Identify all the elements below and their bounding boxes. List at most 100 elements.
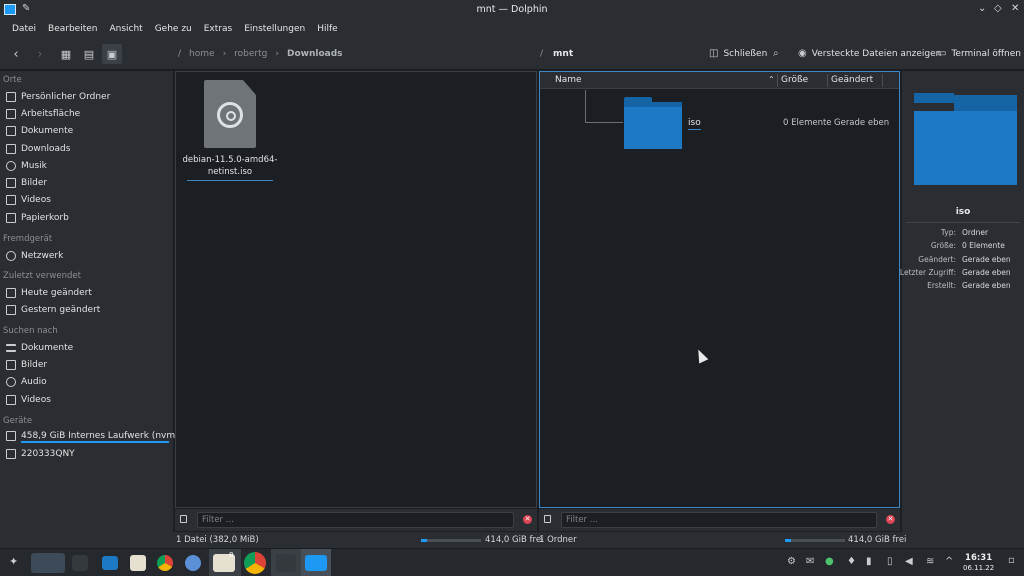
breadcrumb-right: / mnt xyxy=(540,49,573,59)
eye-icon: ◉ xyxy=(798,48,807,59)
notes-app-icon[interactable] xyxy=(130,555,146,571)
sidebar-item-downloads[interactable]: Downloads xyxy=(6,144,70,154)
crumb-root[interactable]: / xyxy=(178,49,181,59)
close-split-label: Schließen xyxy=(723,48,768,59)
folder-row-size: 0 Elemente xyxy=(783,118,832,128)
trash-icon xyxy=(6,213,16,223)
video-icon xyxy=(6,195,16,205)
chrome-window-icon[interactable] xyxy=(244,552,266,574)
crumb-downloads[interactable]: Downloads xyxy=(287,49,343,59)
section-header-devices: Geräte xyxy=(3,416,33,426)
column-modified[interactable]: Geändert xyxy=(831,75,873,85)
sidebar-item-internal-drive[interactable]: 458,9 GiB Internes Laufwerk (nvme0... xyxy=(6,431,195,441)
dolphin-window-icon[interactable] xyxy=(305,555,327,571)
device-tray-icon[interactable]: ▯ xyxy=(887,556,893,567)
maximize-icon[interactable]: ◇ xyxy=(994,3,1002,14)
sidebar-item-modified-today[interactable]: Heute geändert xyxy=(6,288,92,298)
sidebar-item-label: Heute geändert xyxy=(21,288,92,298)
menu-bearbeiten[interactable]: Bearbeiten xyxy=(42,24,103,34)
virtual-desktop-pager[interactable] xyxy=(31,553,65,573)
crumb-root[interactable]: / xyxy=(540,49,543,59)
bulb-tray-icon[interactable]: ♦ xyxy=(847,556,856,567)
volume-tray-icon[interactable]: ◀ xyxy=(905,556,913,567)
clear-filter-icon[interactable]: ✕ xyxy=(886,515,895,524)
folder-row-name[interactable]: iso xyxy=(688,118,701,130)
sidebar-item-label: Persönlicher Ordner xyxy=(21,92,111,102)
ghost-tray-icon[interactable]: ● xyxy=(825,556,834,567)
sidebar-item-label: 220333QNY xyxy=(21,449,75,459)
sidebar-item-pictures[interactable]: Bilder xyxy=(6,178,47,188)
compact-view-icon[interactable]: ▤ xyxy=(79,44,99,64)
info-title: iso xyxy=(955,207,971,217)
status-left: 1 Datei (382,0 MiB) xyxy=(176,535,259,545)
sidebar-item-usb-device[interactable]: 220333QNY xyxy=(6,449,75,459)
sidebar-item-videos[interactable]: Videos xyxy=(6,195,51,205)
menu-extras[interactable]: Extras xyxy=(198,24,238,34)
download-icon xyxy=(6,144,16,154)
show-hidden-files-button[interactable]: ◉ Versteckte Dateien anzeigen xyxy=(798,48,941,59)
menu-ansicht[interactable]: Ansicht xyxy=(103,24,148,34)
free-space-bar-right xyxy=(785,539,845,542)
terminal-window-icon[interactable] xyxy=(276,554,296,572)
filter-input-right[interactable]: Filter ... xyxy=(561,512,877,528)
wifi-tray-icon[interactable]: ≋ xyxy=(926,556,934,567)
file-name: debian-11.5.0-amd64- netinst.iso xyxy=(182,155,278,177)
free-space-bar-left xyxy=(421,539,481,542)
sidebar-item-search-pictures[interactable]: Bilder xyxy=(6,360,47,370)
show-desktop-icon[interactable]: ▫ xyxy=(1008,555,1015,566)
chat-app-icon[interactable] xyxy=(185,555,201,571)
column-size[interactable]: Größe xyxy=(781,75,808,85)
sidebar-item-modified-yesterday[interactable]: Gestern geändert xyxy=(6,305,100,315)
chrome-app-icon[interactable] xyxy=(157,555,173,571)
app-launcher-icon[interactable]: ✦ xyxy=(9,555,18,568)
clipboard-tray-icon[interactable]: ▮ xyxy=(866,556,872,567)
lock-icon[interactable] xyxy=(544,515,551,523)
sidebar-item-search-audio[interactable]: Audio xyxy=(6,377,47,387)
status-left-free: 414,0 GiB frei xyxy=(485,535,544,545)
sidebar-item-search-videos[interactable]: Videos xyxy=(6,395,51,405)
crumb-mnt[interactable]: mnt xyxy=(553,49,573,59)
column-name[interactable]: Name xyxy=(555,75,582,85)
clock[interactable]: 16:31 06.11.22 xyxy=(963,553,994,573)
menu-datei[interactable]: Datei xyxy=(6,24,42,34)
left-file-view[interactable]: debian-11.5.0-amd64- netinst.iso xyxy=(175,71,537,508)
details-view-icon[interactable]: ▣ xyxy=(102,44,122,64)
right-file-view[interactable]: Name ⌃ Größe Geändert iso 0 Elemente Ger… xyxy=(539,71,900,508)
clear-filter-icon[interactable]: ✕ xyxy=(523,515,532,524)
sidebar-item-label: Dokumente xyxy=(21,126,74,136)
mail-tray-icon[interactable]: ✉ xyxy=(806,556,814,567)
menu-einstellungen[interactable]: Einstellungen xyxy=(238,24,311,34)
crumb-home[interactable]: home xyxy=(189,49,215,59)
close-split-button[interactable]: ◫ Schließen xyxy=(709,48,767,59)
search-button[interactable]: ⌕ xyxy=(773,48,779,59)
terminal-app-icon[interactable] xyxy=(72,555,88,571)
forward-icon[interactable]: › xyxy=(30,44,50,64)
icon-view-icon[interactable]: ▦ xyxy=(56,44,76,64)
sidebar-item-home[interactable]: Persönlicher Ordner xyxy=(6,92,110,102)
sidebar-item-desktop[interactable]: Arbeitsfläche xyxy=(6,109,80,119)
calendar-icon xyxy=(6,305,16,315)
sidebar-item-network[interactable]: Netzwerk xyxy=(6,251,63,261)
crumb-robertg[interactable]: robertg xyxy=(234,49,267,59)
menu-gehe-zu[interactable]: Gehe zu xyxy=(149,24,198,34)
sidebar-item-label: Netzwerk xyxy=(21,251,64,261)
tray-expand-icon[interactable]: ^ xyxy=(945,556,953,567)
files-app-icon[interactable] xyxy=(102,556,118,570)
status-bar: 1 Datei (382,0 MiB) 414,0 GiB frei 1 Ord… xyxy=(173,532,906,548)
sidebar-item-trash[interactable]: Papierkorb xyxy=(6,213,69,223)
open-terminal-button[interactable]: ▭ Terminal öffnen xyxy=(937,48,1021,59)
sidebar-item-music[interactable]: Musik xyxy=(6,161,47,171)
split-view-icon: ◫ xyxy=(709,48,719,59)
folder-icon[interactable] xyxy=(624,97,682,149)
filter-input-left[interactable]: Filter ... xyxy=(197,512,514,528)
file-item-debian-iso[interactable]: debian-11.5.0-amd64- netinst.iso xyxy=(180,80,280,181)
sidebar-item-documents[interactable]: Dokumente xyxy=(6,126,73,136)
minimize-icon[interactable]: ⌄ xyxy=(978,3,986,14)
network-tray-icon[interactable]: ⚙ xyxy=(787,556,796,567)
sidebar-item-search-documents[interactable]: Dokumente xyxy=(6,343,73,353)
lock-icon[interactable] xyxy=(180,515,187,523)
back-icon[interactable]: ‹ xyxy=(6,44,26,64)
sort-ascending-icon[interactable]: ⌃ xyxy=(768,75,775,84)
close-window-icon[interactable]: ✕ xyxy=(1011,3,1019,14)
menu-hilfe[interactable]: Hilfe xyxy=(311,24,343,34)
